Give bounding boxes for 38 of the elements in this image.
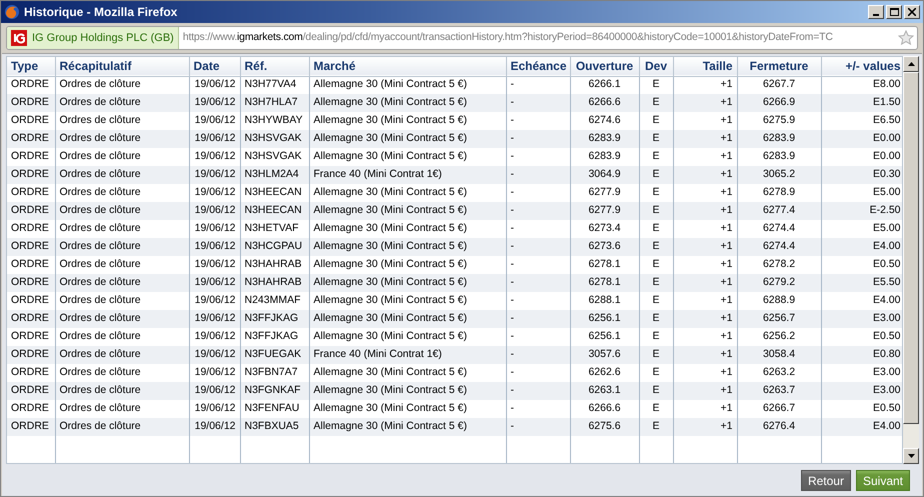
table-cell: 19/06/12 (189, 418, 240, 436)
table-cell: - (506, 418, 570, 436)
maximize-button[interactable] (886, 5, 902, 19)
column-header[interactable]: Réf. (240, 57, 309, 76)
back-button[interactable]: Retour (800, 470, 851, 491)
column-header[interactable]: Marché (309, 57, 506, 76)
column-header[interactable]: Fermeture (737, 57, 821, 76)
site-logo-icon (11, 30, 27, 46)
column-header[interactable]: Taille (673, 57, 737, 76)
scroll-down-button[interactable] (903, 448, 919, 464)
column-header[interactable]: Date (189, 57, 240, 76)
column-header[interactable]: Récapitulatif (55, 57, 189, 76)
column-header[interactable]: Echéance (506, 57, 570, 76)
minimize-button[interactable] (868, 5, 884, 19)
column-header[interactable]: Dev (639, 57, 673, 76)
arrow-down-icon (908, 454, 914, 458)
address-bar[interactable]: IG Group Holdings PLC (GB) https://www.igmarkets.com/dealing/pd/cfd/myaccount/transactionHistory.htm?historyPeriod=86400000&historyCode=10001&historyDateFrom=TC (6, 26, 918, 50)
column-header[interactable]: Ouverture (570, 57, 639, 76)
url-text: https://www.igmarkets.com/dealing/pd/cfd/myaccount/transactionHistory.htm?historyPeriod=86400000&historyCode=10001&historyDateFrom=TC (182, 30, 834, 46)
arrow-up-icon (908, 62, 914, 66)
table-cell: N3FBXUA5 (240, 418, 309, 436)
table-cell: E (639, 418, 673, 436)
next-button[interactable]: Suivant (856, 470, 910, 491)
table-cell: 6275.6 (570, 418, 639, 436)
table-cell: Allemagne 30 (Mini Contract 5 €) (309, 418, 506, 436)
table-cell: ORDRE (7, 418, 55, 436)
table-cell: Ordres de clôture (55, 418, 189, 436)
site-identity-badge[interactable]: IG Group Holdings PLC (GB) (7, 27, 179, 49)
close-icon (908, 8, 916, 16)
globe-fox-icon (4, 4, 20, 20)
scroll-up-button[interactable] (903, 56, 919, 72)
window-title: Historique - Mozilla Firefox (24, 4, 178, 21)
column-header[interactable]: Type (7, 57, 55, 76)
site-name: IG Group Holdings PLC (GB) (32, 30, 174, 46)
table-cell: +1 (673, 418, 737, 436)
star-icon[interactable] (898, 30, 914, 46)
close-button[interactable] (904, 5, 920, 19)
table-cell: 6276.4 (737, 418, 821, 436)
